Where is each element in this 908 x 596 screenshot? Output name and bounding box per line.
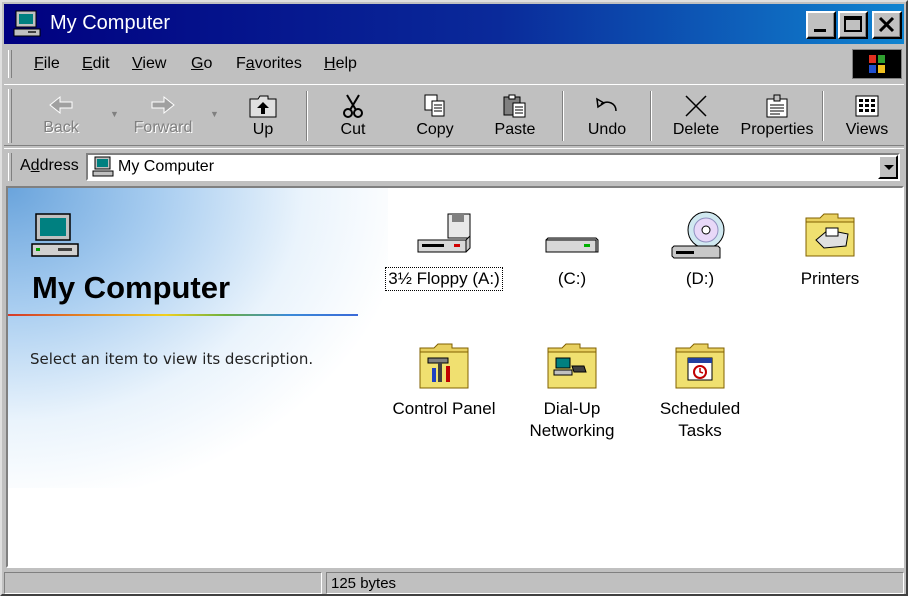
my-computer-window: My Computer File Edit View Go Favorites … [0,0,908,596]
windows-logo [852,49,902,79]
window-title: My Computer [50,12,171,34]
item-c-drive[interactable]: (C:) [508,210,636,290]
delete-button[interactable]: Delete [659,89,733,143]
maximize-icon [844,16,862,32]
forward-dropdown-arrow[interactable]: ▼ [210,109,219,119]
undo-button[interactable]: Undo [570,89,644,143]
menu-bar: File Edit View Go Favorites Help [4,46,904,82]
control-panel-folder-icon [419,343,469,389]
windows-flag-icon [869,55,885,73]
clipboard-icon [503,94,526,118]
views-grid-icon [855,95,879,117]
address-input[interactable]: My Computer [86,153,900,181]
back-dropdown-arrow[interactable]: ▼ [110,109,119,119]
forward-arrow-icon [151,95,175,115]
delete-x-icon [685,95,707,117]
minimize-icon [814,29,826,32]
computer-icon [31,213,79,257]
title-bar[interactable]: My Computer [4,4,904,44]
address-bar: Address My Computer [4,148,904,184]
cd-rom-drive-icon [671,211,725,259]
properties-icon [766,94,788,118]
standard-toolbar: Back ▼ Forward ▼ Up Cut Copy Paste Undo … [4,84,904,146]
floppy-drive-icon [417,213,471,253]
item-printers[interactable]: Printers [766,210,894,290]
item-floppy-drive[interactable]: 3½ Floppy (A:) [380,210,508,291]
toolbar-separator [562,91,564,141]
item-dial-up-networking[interactable]: Dial-Up Networking [508,340,636,442]
menu-go[interactable]: Go [191,55,212,73]
maximize-button[interactable] [838,11,868,39]
toolbar-separator [822,91,824,141]
back-button[interactable]: Back [24,89,98,143]
cut-button[interactable]: Cut [316,89,390,143]
dial-up-networking-folder-icon [547,343,597,389]
close-icon [878,16,895,33]
paste-button[interactable]: Paste [478,89,552,143]
content-pane[interactable]: My Computer Select an item to view its d… [6,186,904,568]
minimize-button[interactable] [806,11,836,39]
item-scheduled-tasks[interactable]: Scheduled Tasks [636,340,764,442]
copy-button[interactable]: Copy [398,89,472,143]
status-size: 125 bytes [326,572,904,594]
address-label: Address [20,157,79,174]
status-left [4,572,322,594]
addressbar-grip[interactable] [8,153,12,181]
computer-icon [92,156,114,177]
toolbar-separator [306,91,308,141]
properties-button[interactable]: Properties [736,89,818,143]
rainbow-divider [8,314,358,316]
hard-drive-icon [545,237,599,253]
menubar-grip[interactable] [8,50,12,78]
folder-up-icon [249,95,277,118]
address-dropdown-button[interactable] [878,155,898,179]
menu-favorites[interactable]: Favorites [236,55,302,73]
item-control-panel[interactable]: Control Panel [380,340,508,420]
menu-file[interactable]: File [34,55,60,73]
toolbar-separator [650,91,652,141]
views-button[interactable]: Views [830,89,904,143]
menu-edit[interactable]: Edit [82,55,110,73]
status-bar: 125 bytes [4,570,904,594]
panel-title: My Computer [32,270,231,305]
menu-view[interactable]: View [132,55,166,73]
address-value: My Computer [118,158,215,175]
undo-arrow-icon [596,97,617,112]
printers-folder-icon [805,213,855,257]
panel-description: Select an item to view its description. [30,350,314,368]
scissors-icon [343,94,363,118]
back-arrow-icon [49,95,73,115]
close-button[interactable] [872,11,902,39]
computer-icon [13,10,41,37]
up-button[interactable]: Up [226,89,300,143]
forward-button[interactable]: Forward [126,89,200,143]
item-d-drive[interactable]: (D:) [636,210,764,290]
toolbar-grip[interactable] [8,89,12,143]
menu-help[interactable]: Help [324,55,357,73]
copy-pages-icon [424,94,445,117]
scheduled-tasks-folder-icon [675,343,725,389]
